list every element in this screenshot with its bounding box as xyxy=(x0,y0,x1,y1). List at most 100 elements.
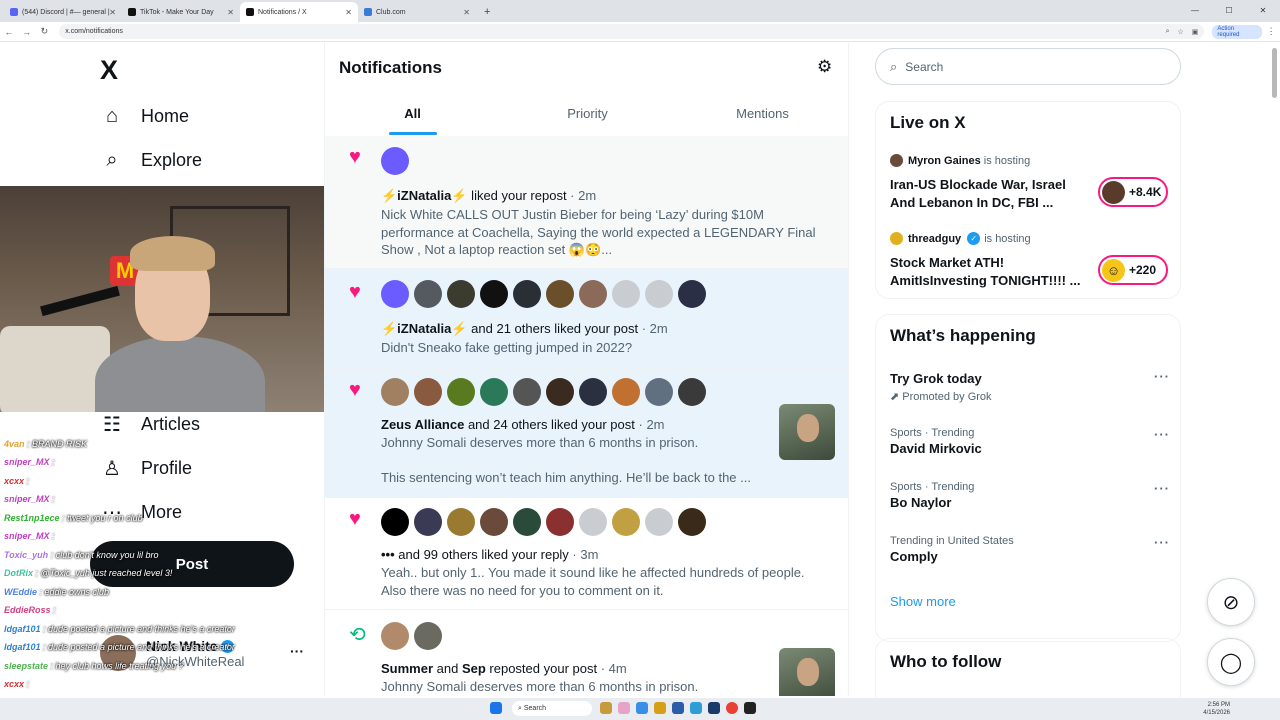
app-icon[interactable] xyxy=(618,702,630,714)
x-logo[interactable]: X xyxy=(100,55,118,86)
extensions-icon[interactable]: ▣ xyxy=(1192,28,1199,36)
user-avatar[interactable] xyxy=(645,280,673,308)
start-icon[interactable] xyxy=(490,702,502,714)
user-avatar[interactable] xyxy=(612,378,640,406)
maximize-icon[interactable]: ☐ xyxy=(1212,0,1246,22)
trend-more-icon[interactable]: ··· xyxy=(1154,535,1170,550)
user-avatar[interactable] xyxy=(381,508,409,536)
app-icon[interactable] xyxy=(672,702,684,714)
user-avatar[interactable] xyxy=(414,508,442,536)
nav-item-explore[interactable]: ⌕ Explore xyxy=(100,145,202,175)
post-thumbnail-image[interactable] xyxy=(779,648,835,696)
bookmark-star-icon[interactable]: ☆ xyxy=(1177,28,1183,36)
post-thumbnail-image[interactable] xyxy=(779,404,835,460)
tab-close-icon[interactable]: ✕ xyxy=(109,8,116,17)
app-icon[interactable] xyxy=(744,702,756,714)
user-avatar[interactable] xyxy=(546,508,574,536)
trend-more-icon[interactable]: ··· xyxy=(1154,369,1170,384)
scrollbar[interactable] xyxy=(1272,48,1277,98)
gear-icon[interactable]: ⚙ xyxy=(817,57,832,77)
actor-name[interactable]: ⚡iZNatalia⚡ xyxy=(381,188,468,203)
user-avatar[interactable] xyxy=(579,378,607,406)
tab-close-icon[interactable]: ✕ xyxy=(227,8,234,17)
user-avatar[interactable] xyxy=(678,508,706,536)
notification-item[interactable]: ♥ ••• and 99 others liked your reply · 3… xyxy=(325,498,848,610)
user-avatar[interactable] xyxy=(612,280,640,308)
user-avatar[interactable] xyxy=(414,280,442,308)
nav-item-home[interactable]: ⌂ Home xyxy=(100,101,189,131)
taskbar-clock[interactable]: 2:56 PM 4/15/2026 xyxy=(1203,701,1230,717)
user-avatar[interactable] xyxy=(678,280,706,308)
actor-name[interactable]: ⚡iZNatalia⚡ xyxy=(381,321,468,336)
notification-item[interactable]: ⟲ Summer and Sep reposted your post · 4m… xyxy=(325,610,848,696)
user-avatar[interactable] xyxy=(513,280,541,308)
trend-item[interactable]: Sports · Trending Bo Naylor ··· xyxy=(890,481,1170,510)
app-icon[interactable] xyxy=(600,702,612,714)
user-avatar[interactable] xyxy=(480,378,508,406)
close-window-icon[interactable]: ✕ xyxy=(1246,0,1280,22)
tab-close-icon[interactable]: ✕ xyxy=(463,8,470,17)
user-avatar[interactable] xyxy=(513,378,541,406)
minimize-icon[interactable]: — xyxy=(1178,0,1212,22)
user-avatar[interactable] xyxy=(381,147,409,175)
user-avatar[interactable] xyxy=(447,508,475,536)
back-icon[interactable]: ← xyxy=(0,27,18,37)
chrome-icon[interactable] xyxy=(726,702,738,714)
browser-menu-icon[interactable]: ⋮ xyxy=(1262,26,1280,37)
actor-name[interactable]: ••• xyxy=(381,547,395,562)
tab-priority[interactable]: Priority xyxy=(500,97,675,135)
user-avatar[interactable] xyxy=(678,378,706,406)
browser-tab-discord[interactable]: (544) Discord | #— general | ✕ xyxy=(4,2,122,22)
grok-button[interactable]: ⊘ xyxy=(1207,578,1255,626)
notification-item[interactable]: ♥ ⚡iZNatalia⚡ and 21 others liked your p… xyxy=(325,269,848,371)
zoom-icon[interactable]: ⌕ xyxy=(1166,28,1170,36)
trend-more-icon[interactable]: ··· xyxy=(1154,481,1170,496)
user-avatar[interactable] xyxy=(546,378,574,406)
space-host[interactable]: Myron Gaines is hosting xyxy=(890,154,1030,167)
browser-tab-tiktok[interactable]: TikTok - Make Your Day ✕ xyxy=(122,2,240,22)
space-title[interactable]: Stock Market ATH! AmitIsInvesting TONIGH… xyxy=(890,254,1090,290)
taskbar-search[interactable]: ⌕ Search xyxy=(512,701,592,716)
tab-close-icon[interactable]: ✕ xyxy=(345,8,352,17)
user-avatar[interactable] xyxy=(447,378,475,406)
user-avatar[interactable] xyxy=(381,622,409,650)
user-avatar[interactable] xyxy=(414,378,442,406)
folder-icon[interactable] xyxy=(654,702,666,714)
space-title[interactable]: Iran-US Blockade War, Israel And Lebanon… xyxy=(890,176,1090,212)
app-icon[interactable] xyxy=(636,702,648,714)
user-avatar[interactable] xyxy=(645,378,673,406)
new-tab-button[interactable]: + xyxy=(476,2,498,22)
app-icon[interactable] xyxy=(690,702,702,714)
reload-icon[interactable]: ↻ xyxy=(36,26,54,37)
actor-name[interactable]: Zeus Alliance xyxy=(381,417,464,432)
space-host[interactable]: threadguy ✓ is hosting xyxy=(890,232,1031,245)
user-avatar[interactable] xyxy=(381,280,409,308)
messages-button[interactable]: ◯ xyxy=(1207,638,1255,686)
app-icon[interactable] xyxy=(708,702,720,714)
user-avatar[interactable] xyxy=(546,280,574,308)
tab-all[interactable]: All xyxy=(325,97,500,135)
search-input[interactable]: ⌕ Search xyxy=(875,48,1181,85)
actor-name[interactable]: Summer xyxy=(381,661,433,676)
browser-tab-notifications[interactable]: Notifications / X ✕ xyxy=(240,2,358,22)
user-avatar[interactable] xyxy=(513,508,541,536)
user-avatar[interactable] xyxy=(447,280,475,308)
trend-more-icon[interactable]: ··· xyxy=(1154,427,1170,442)
tab-mentions[interactable]: Mentions xyxy=(675,97,848,135)
user-avatar[interactable] xyxy=(381,378,409,406)
notification-item[interactable]: ♥ ⚡iZNatalia⚡ liked your repost · 2m Nic… xyxy=(325,136,848,269)
forward-icon[interactable]: → xyxy=(18,27,36,37)
trend-item[interactable]: Trending in United States Comply ··· xyxy=(890,535,1170,564)
trend-item[interactable]: Try Grok today ⬈ Promoted by Grok ··· xyxy=(890,369,1170,403)
actor-name-2[interactable]: Sep xyxy=(462,661,486,676)
action-required-badge[interactable]: Action required xyxy=(1212,24,1263,39)
url-field[interactable]: x.com/notifications ⌕ ☆ ▣ xyxy=(59,24,1205,39)
user-avatar[interactable] xyxy=(645,508,673,536)
user-avatar[interactable] xyxy=(579,280,607,308)
user-avatar[interactable] xyxy=(480,508,508,536)
user-avatar[interactable] xyxy=(612,508,640,536)
user-avatar[interactable] xyxy=(480,280,508,308)
user-avatar[interactable] xyxy=(414,622,442,650)
user-avatar[interactable] xyxy=(579,508,607,536)
space-listeners-button[interactable]: ☺ +220 xyxy=(1098,255,1168,285)
